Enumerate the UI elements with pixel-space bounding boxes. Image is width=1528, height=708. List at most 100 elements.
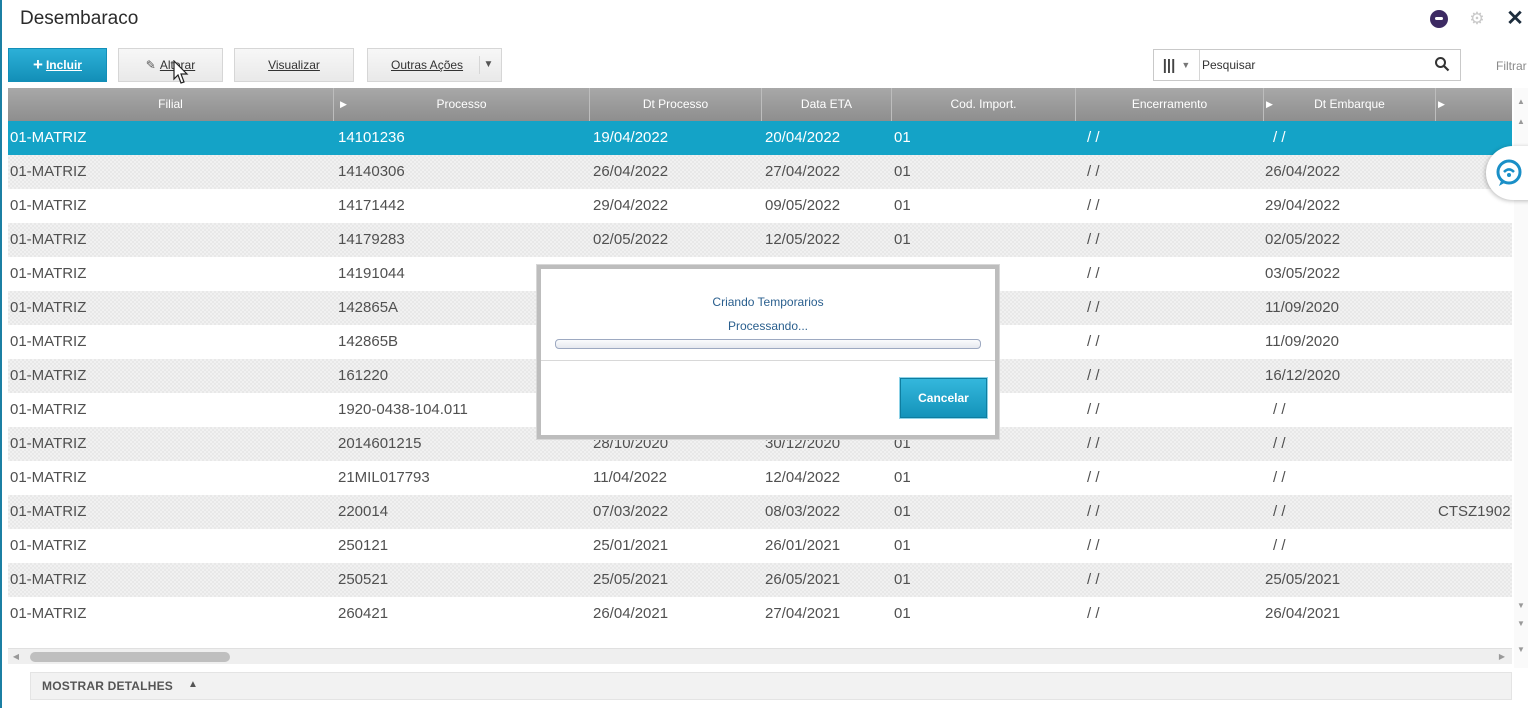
- cell-encerramento: / /: [1087, 265, 1100, 282]
- cell-dt-processo: 11/04/2022: [593, 469, 667, 486]
- visualizar-label: Visualizar: [268, 58, 320, 72]
- cell-dt-embarque: / /: [1273, 435, 1286, 452]
- cell-encerramento: / /: [1087, 401, 1100, 418]
- cell-filial: 01-MATRIZ: [10, 299, 87, 316]
- column-header-cod-import[interactable]: Cod. Import.: [892, 88, 1076, 121]
- cell-dt-embarque: 26/04/2021: [1265, 605, 1341, 622]
- table-row[interactable]: 01-MATRIZ 14140306 26/04/2022 27/04/2022 01 /…: [8, 155, 1512, 189]
- page-title: Desembaraco: [20, 8, 139, 29]
- cell-cod-import: 01: [894, 231, 911, 248]
- chevron-down-icon: ▼: [1181, 60, 1191, 70]
- plus-icon: +: [33, 55, 43, 74]
- window-left-edge: [0, 0, 2, 708]
- columns-selector[interactable]: ||| ▼: [1154, 50, 1200, 80]
- cell-encerramento: / /: [1087, 571, 1100, 588]
- outras-acoes-label: Outras Ações: [391, 58, 464, 72]
- search-box: ||| ▼: [1153, 49, 1461, 81]
- cell-data-eta: 26/01/2021: [765, 537, 841, 554]
- cell-dt-embarque: 16/12/2020: [1265, 367, 1341, 384]
- cell-dt-processo: 02/05/2022: [593, 231, 669, 248]
- cell-processo: 2014601215: [338, 435, 422, 452]
- cell-data-eta: 26/05/2021: [765, 571, 841, 588]
- cell-data-eta: 27/04/2021: [765, 605, 841, 622]
- sort-arrow-icon: ▶: [1438, 99, 1445, 109]
- cell-dt-embarque: / /: [1273, 469, 1286, 486]
- cell-filial: 01-MATRIZ: [10, 401, 87, 418]
- cell-encerramento: / /: [1087, 231, 1100, 248]
- cell-filial: 01-MATRIZ: [10, 435, 87, 452]
- scroll-right-icon[interactable]: ▶: [1496, 651, 1508, 663]
- incluir-button[interactable]: + Incluir: [8, 48, 107, 82]
- cancel-button[interactable]: Cancelar: [900, 378, 987, 418]
- table-row[interactable]: 01-MATRIZ 14179283 02/05/2022 12/05/2022 01 /…: [8, 223, 1512, 257]
- table-row[interactable]: 01-MATRIZ 250521 25/05/2021 26/05/2021 01 / /…: [8, 563, 1512, 597]
- cell-dt-embarque: / /: [1273, 537, 1286, 554]
- cell-encerramento: / /: [1087, 469, 1100, 486]
- search-input[interactable]: [1202, 55, 1422, 75]
- cell-processo: 220014: [338, 503, 389, 520]
- chevron-down-icon[interactable]: ▼: [479, 56, 497, 74]
- table-row[interactable]: 01-MATRIZ 250121 25/01/2021 26/01/2021 01 / /…: [8, 529, 1512, 563]
- close-icon[interactable]: ✕: [1506, 8, 1524, 29]
- cell-processo: 250521: [338, 571, 389, 588]
- cell-encerramento: / /: [1087, 299, 1100, 316]
- scroll-left-icon[interactable]: ◀: [10, 651, 22, 663]
- horizontal-scrollbar[interactable]: ◀ ▶: [8, 648, 1512, 664]
- cell-data-eta: 12/04/2022: [765, 469, 841, 486]
- column-header-data-eta[interactable]: Data ETA: [762, 88, 892, 121]
- cell-encerramento: / /: [1087, 537, 1100, 554]
- cell-processo: 14140306: [338, 163, 405, 180]
- cell-dt-processo: 26/04/2021: [593, 605, 669, 622]
- progress-bar: [555, 339, 981, 349]
- details-toggle[interactable]: MOSTRAR DETALHES ▲: [30, 672, 1512, 700]
- cell-encerramento: / /: [1087, 367, 1100, 384]
- scroll-top-icon[interactable]: ▲: [1516, 96, 1526, 108]
- cell-dt-processo: 19/04/2022: [593, 129, 669, 146]
- column-header-filial[interactable]: Filial: [8, 88, 334, 121]
- cell-filial: 01-MATRIZ: [10, 197, 87, 214]
- cell-dt-embarque: / /: [1273, 401, 1286, 418]
- alterar-button[interactable]: ✎ Alterar: [118, 48, 223, 82]
- column-header-dt-processo[interactable]: Dt Processo: [590, 88, 762, 121]
- cell-processo: 14171442: [338, 197, 405, 214]
- cell-filial: 01-MATRIZ: [10, 367, 87, 384]
- cell-cod-import: 01: [894, 129, 911, 146]
- gear-icon[interactable]: ⚙: [1468, 10, 1486, 28]
- scroll-bottom-icon[interactable]: ▼: [1516, 644, 1526, 656]
- cell-dt-embarque: / /: [1273, 503, 1286, 520]
- cell-processo: 21MIL017793: [338, 469, 430, 486]
- table-row[interactable]: 01-MATRIZ 220014 07/03/2022 08/03/2022 01 / /…: [8, 495, 1512, 529]
- filter-link[interactable]: Filtrar: [1496, 59, 1527, 73]
- cell-encerramento: / /: [1087, 129, 1100, 146]
- cell-dt-processo: 25/05/2021: [593, 571, 669, 588]
- table-row[interactable]: 01-MATRIZ 14101236 19/04/2022 20/04/2022 01 /…: [8, 121, 1512, 155]
- column-header-processo[interactable]: Processo: [334, 88, 590, 121]
- column-header-encerramento[interactable]: Encerramento: [1076, 88, 1264, 121]
- table-row[interactable]: 01-MATRIZ 14171442 29/04/2022 09/05/2022 01 /…: [8, 189, 1512, 223]
- scroll-down-icon[interactable]: ▼: [1516, 600, 1526, 612]
- cell-dt-processo: 07/03/2022: [593, 503, 669, 520]
- cell-encerramento: / /: [1087, 435, 1100, 452]
- column-header-dt-embarque[interactable]: Dt Embarque: [1264, 88, 1436, 121]
- cell-filial: 01-MATRIZ: [10, 231, 87, 248]
- cell-filial: 01-MATRIZ: [10, 265, 87, 282]
- scroll-page-down-icon[interactable]: ▼: [1516, 618, 1526, 630]
- cell-dt-embarque: 25/05/2021: [1265, 571, 1341, 588]
- search-icon[interactable]: [1434, 56, 1450, 72]
- cell-processo: 142865B: [338, 333, 399, 350]
- cell-dt-processo: 26/04/2022: [593, 163, 669, 180]
- cell-cod-import: 01: [894, 469, 911, 486]
- scrollbar-thumb[interactable]: [30, 652, 230, 662]
- cell-filial: 01-MATRIZ: [10, 469, 87, 486]
- scroll-up-icon[interactable]: ▲: [1516, 116, 1526, 128]
- table-row[interactable]: 01-MATRIZ 260421 26/04/2021 27/04/2021 01 / /…: [8, 597, 1512, 628]
- outras-acoes-button[interactable]: Outras Ações ▼: [367, 48, 502, 82]
- cell-filial: 01-MATRIZ: [10, 571, 87, 588]
- grid-header: Filial ▶ Processo Dt Processo Data ETA C…: [8, 88, 1512, 121]
- table-row[interactable]: 01-MATRIZ 21MIL017793 11/04/2022 12/04/2022…: [8, 461, 1512, 495]
- app-icon[interactable]: [1430, 10, 1448, 28]
- visualizar-button[interactable]: Visualizar: [234, 48, 354, 82]
- title-bar: Desembaraco ⚙ ✕: [0, 0, 1528, 42]
- cell-dt-embarque: 02/05/2022: [1265, 231, 1341, 248]
- cell-filial: 01-MATRIZ: [10, 537, 87, 554]
